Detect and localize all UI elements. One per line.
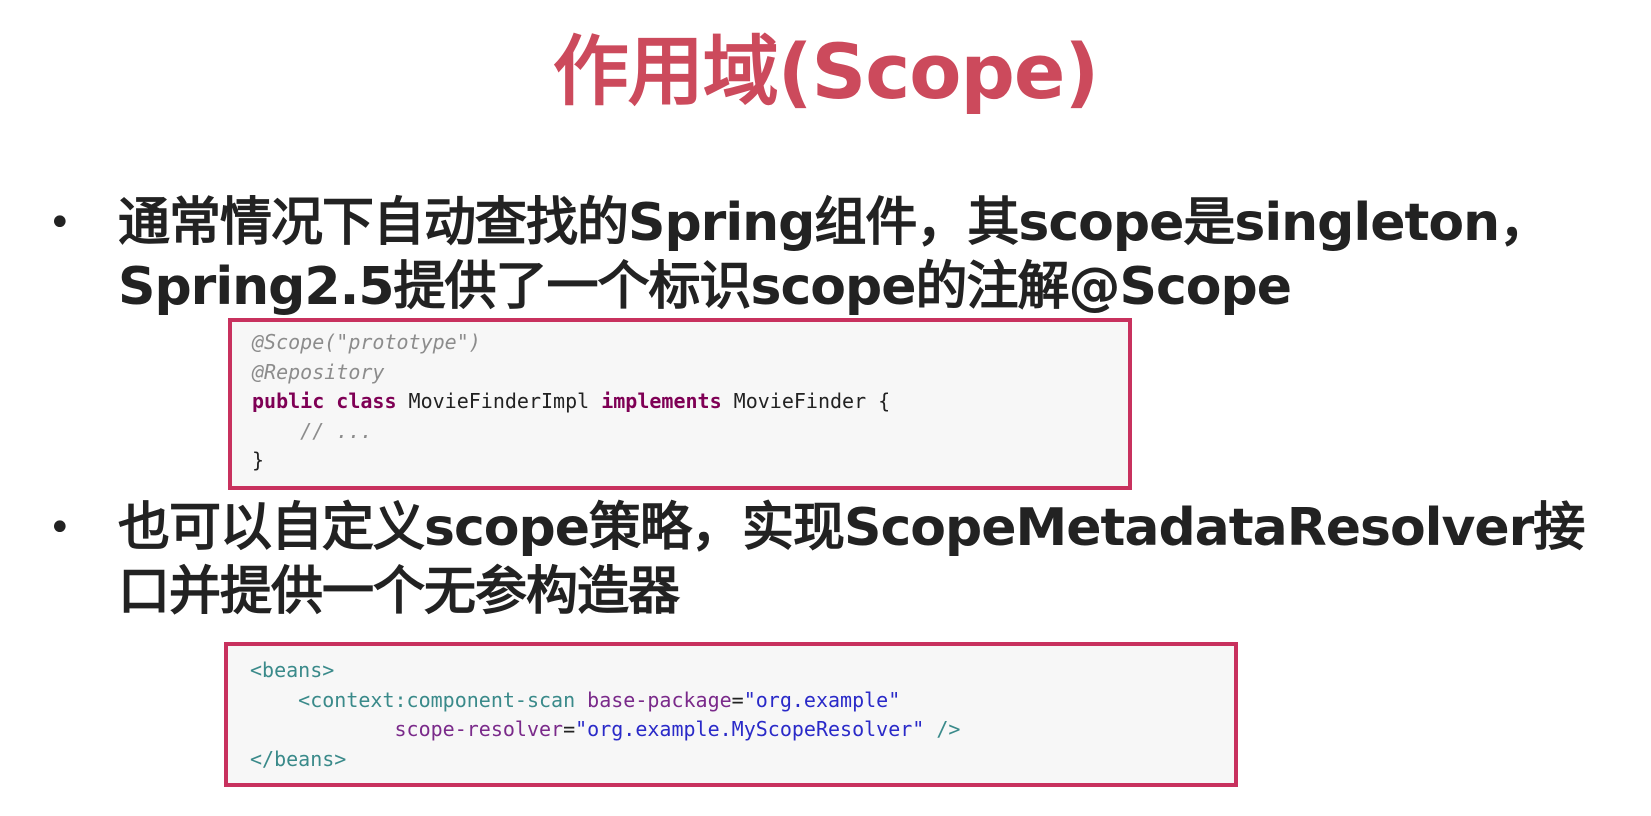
bullet-line: 口并提供一个无参构造器 [118,562,680,622]
code-line: @Repository [252,359,385,384]
code-keyword: implements [601,389,722,413]
bullet-line: 通常情况下自动查找的Spring组件，其scope是singleton， [118,193,1551,253]
code-comment: // ... [252,418,373,443]
xml-code-block: <beans> <context:component-scan base-pac… [224,642,1238,787]
slide-title: 作用域(Scope) [552,27,1099,116]
bullet-text: 也可以自定义scope策略，实现ScopeMetadataResolver接 口… [118,496,1648,624]
code-line: @Scope("prototype") [252,330,481,354]
code-tag: <context:component-scan [298,687,576,712]
java-code-block: @Scope("prototype") @Repository public cla… [228,318,1132,490]
bullet-marker: • [48,200,72,246]
code-equals: = [731,687,744,712]
code-string: "org.example.MyScopeResolver" [575,717,925,741]
code-string: "org.example" [743,687,901,712]
bullet-line: 也可以自定义scope策略，实现ScopeMetadataResolver接 [118,498,1585,558]
code-line: } [252,448,265,472]
bullet-text: 通常情况下自动查找的Spring组件，其scope是singleton， Spr… [118,191,1648,319]
bullet-item: • 也可以自定义scope策略，实现ScopeMetadataResolver接… [48,496,1638,624]
code-line: scope-resolver="org.example.MyScopeResol… [250,715,1234,745]
code-equals: = [563,717,576,741]
bullet-item: • 通常情况下自动查找的Spring组件，其scope是singleton， S… [48,191,1638,319]
code-keyword: public class [252,389,397,413]
bullet-marker: • [48,505,72,551]
code-line: <context:component-scan base-package="or… [250,686,1234,716]
code-identifier: MovieFinder { [721,389,891,413]
bullet-line: Spring2.5提供了一个标识scope的注解@Scope [118,257,1292,317]
code-line: <beans> [250,658,335,682]
code-attribute: base-package [587,687,732,712]
code-attribute: scope-resolver [394,717,564,741]
code-identifier: MovieFinderImpl [396,389,602,413]
code-tag-close: /> [924,717,961,741]
code-line: public class MovieFinderImpl implements … [252,387,1128,417]
code-line: </beans> [250,746,347,771]
